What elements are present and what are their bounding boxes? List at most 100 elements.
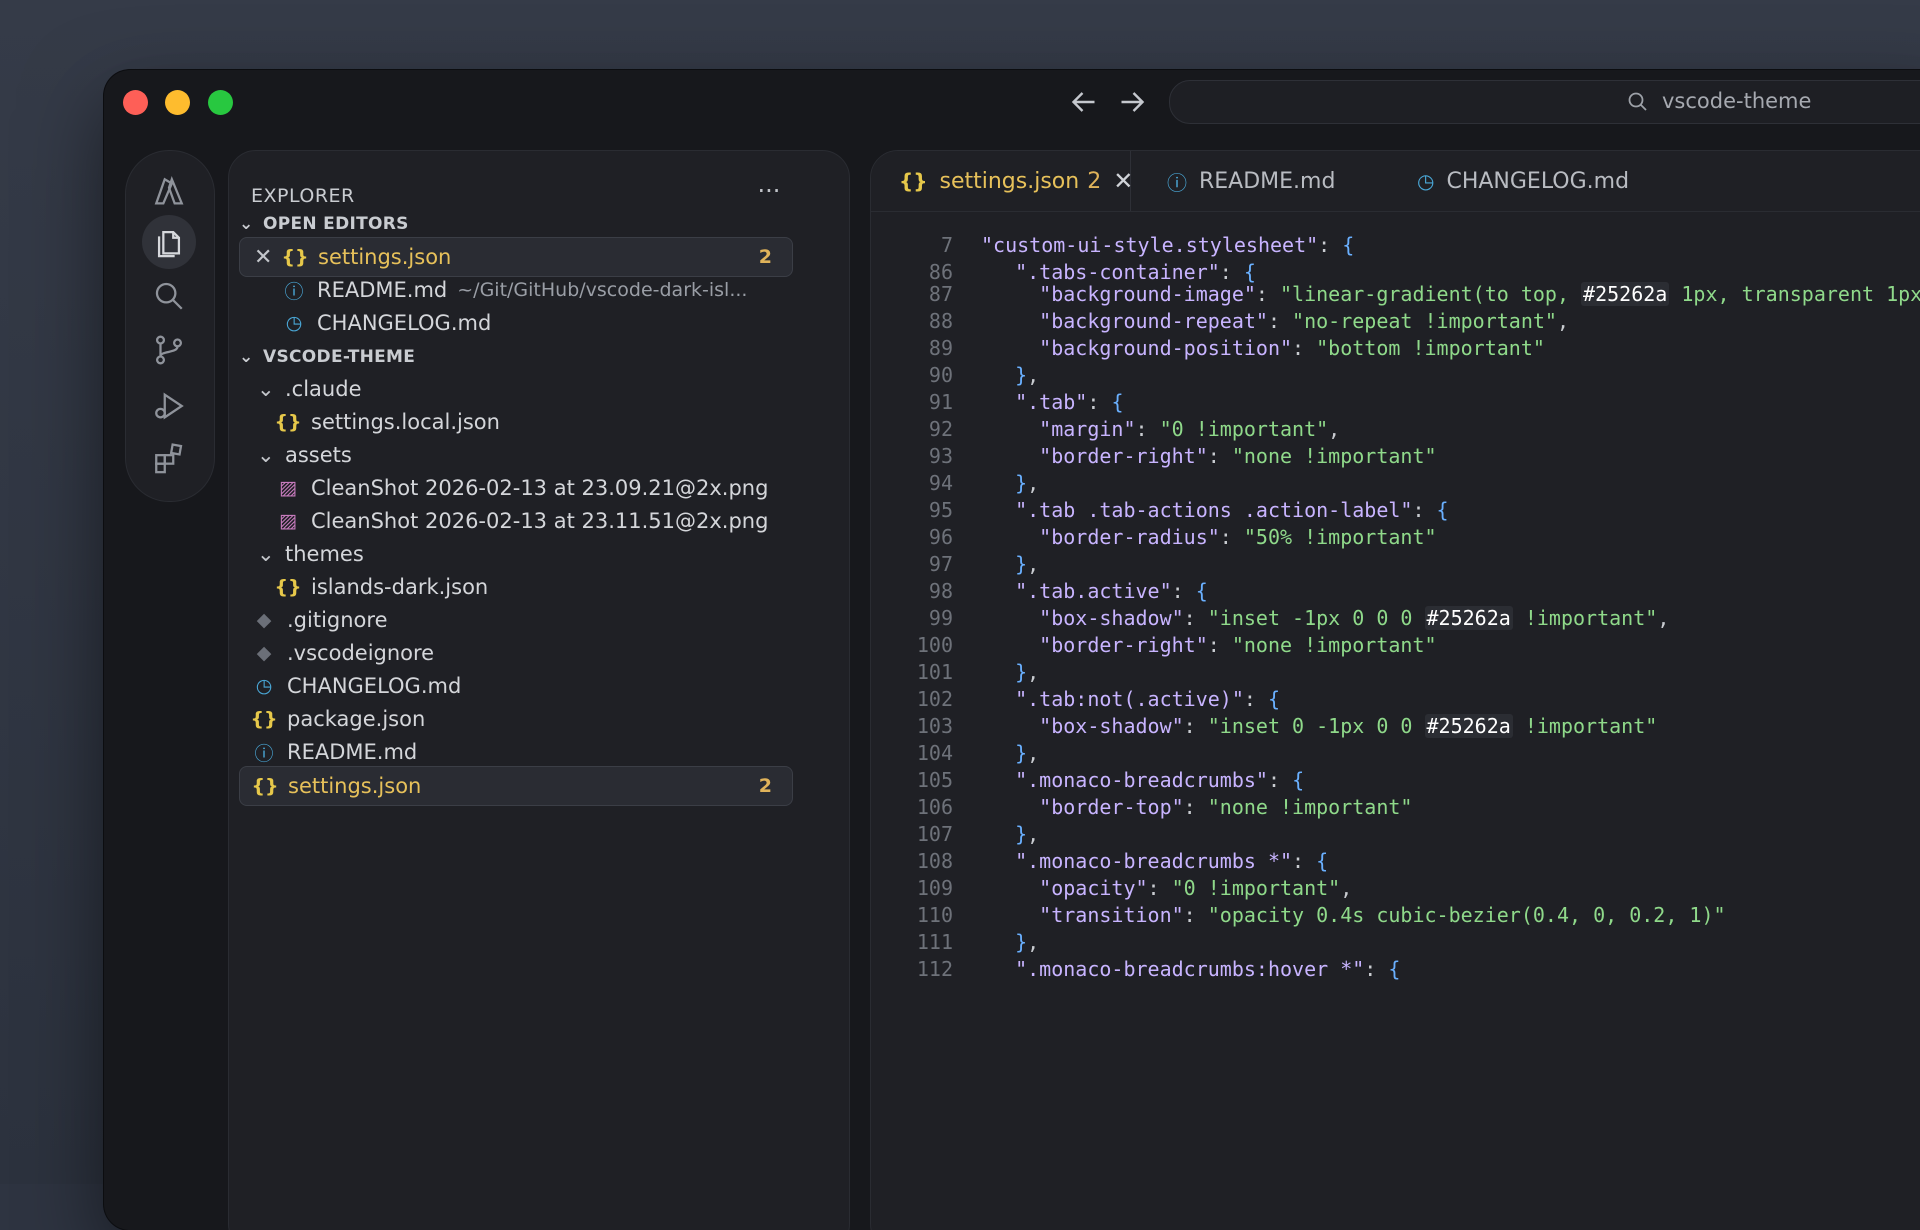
line-number: 106 [916,795,953,819]
code-line[interactable]: }, [991,471,1039,495]
json-file-icon: {} [281,246,309,268]
line-number: 111 [916,930,953,954]
code-line[interactable]: "border-radius": "50% !important" [991,525,1436,549]
code-line[interactable]: "box-shadow": "inset 0 -1px 0 0 #25262a … [991,714,1657,738]
code-line[interactable]: }, [991,363,1039,387]
files-icon[interactable] [142,215,196,269]
code-line[interactable]: ".tab.active": { [991,579,1208,603]
arrow-right-icon[interactable] [1114,84,1150,120]
code-line[interactable]: "border-right": "none !important" [991,444,1436,468]
line-number: 102 [916,687,953,711]
json-file-icon: {} [250,708,278,730]
json-file-icon: {} [251,775,279,797]
run-debug-icon[interactable] [148,385,190,427]
close-icon[interactable]: ✕ [1113,167,1133,195]
line-number: 107 [916,822,953,846]
problem-count-badge: 2 [758,775,772,797]
search-icon[interactable] [148,275,190,317]
zoom-window-button[interactable] [208,90,233,115]
line-number: 91 [928,390,953,414]
changelog-file-icon: ◷ [255,675,273,697]
source-control-icon[interactable] [148,329,190,371]
code-line[interactable]: }, [991,660,1039,684]
chevron-down-icon: ⌄ [257,542,275,566]
line-number: 93 [928,444,953,468]
line-number: 87 [928,282,953,306]
minimize-window-button[interactable] [165,90,190,115]
code-line[interactable]: }, [991,930,1039,954]
problem-count-badge: 2 [758,246,772,268]
git-file-icon: ◆ [256,642,272,664]
line-number: 97 [928,552,953,576]
open-editors-header[interactable]: ⌄ OPEN EDITORS [239,214,409,234]
line-number: 90 [928,363,953,387]
extensions-icon[interactable] [148,437,190,479]
code-line[interactable]: }, [991,552,1039,576]
git-file-icon: ◆ [256,609,272,631]
chevron-down-icon: ⌄ [257,443,275,467]
code-line[interactable]: "border-top": "none !important" [991,795,1412,819]
tab-readme[interactable]: ⓘ README.md [1167,151,1335,211]
code-line[interactable]: ".monaco-breadcrumbs *": { [991,849,1328,873]
chevron-down-icon: ⌄ [239,214,254,234]
line-number: 94 [928,471,953,495]
line-number: 99 [928,606,953,630]
changelog-file-icon: ◷ [1417,169,1435,193]
editor-panel: {} settings.json 2 ✕ ⓘ README.md ◷ CHANG… [870,150,1920,1230]
code-line[interactable]: "opacity": "0 !important", [991,876,1352,900]
line-number: 7 [940,233,953,257]
code-line[interactable]: }, [991,822,1039,846]
code-line[interactable]: ".tab:not(.active)": { [991,687,1280,711]
project-header[interactable]: ⌄ VSCODE-THEME [239,347,415,367]
open-editor-changelog[interactable]: ◷ CHANGELOG.md [239,304,791,342]
code-line[interactable]: "box-shadow": "inset -1px 0 0 0 #25262a … [991,606,1669,630]
line-number: 112 [916,957,953,981]
info-file-icon: ⓘ [284,280,304,303]
file-settings-json[interactable]: {} settings.json 2 [239,766,793,806]
code-area[interactable]: 7 "custom-ui-style.stylesheet": {86 ".tab… [871,233,1920,1230]
code-line[interactable]: ".monaco-breadcrumbs": { [991,768,1304,792]
code-line[interactable]: "background-image": "linear-gradient(to … [991,282,1920,306]
image-file-icon: ▨ [279,510,297,532]
close-icon[interactable]: ✕ [254,245,276,270]
tab-settings-json[interactable]: {} settings.json 2 ✕ [871,151,1133,211]
line-number: 108 [916,849,953,873]
close-window-button[interactable] [123,90,148,115]
search-icon [1626,90,1650,114]
line-number: 98 [928,579,953,603]
code-line[interactable]: ".tab": { [991,390,1123,414]
code-line[interactable]: ".tab .tab-actions .action-label": { [991,498,1449,522]
line-number: 101 [916,660,953,684]
line-number: 96 [928,525,953,549]
command-center-search[interactable]: vscode-theme [1169,80,1920,124]
title-bar: vscode-theme [104,70,1920,134]
code-line[interactable]: "background-position": "bottom !importan… [991,336,1545,360]
azure-icon[interactable] [148,171,190,213]
code-line[interactable]: "transition": "opacity 0.4s cubic-bezier… [991,903,1725,927]
image-file-icon: ▨ [279,477,297,499]
sidebar-title: EXPLORER [251,185,355,207]
code-line[interactable]: "custom-ui-style.stylesheet": { [981,233,1354,257]
line-number: 104 [916,741,953,765]
json-file-icon: {} [274,411,302,433]
code-line[interactable]: "background-repeat": "no-repeat !importa… [991,309,1569,333]
line-number: 110 [916,903,953,927]
arrow-left-icon[interactable] [1066,84,1102,120]
problem-count-badge: 2 [1087,168,1102,194]
code-line[interactable]: "margin": "0 !important", [991,417,1340,441]
code-line[interactable]: ".tabs-container": { [991,260,1256,284]
vscode-window: vscode-theme EXPLORER ··· ⌄OPEN EDITORS [104,70,1920,1230]
editor-tabs: {} settings.json 2 ✕ ⓘ README.md ◷ CHANG… [871,151,1920,212]
info-file-icon: ⓘ [1167,170,1187,195]
tab-changelog[interactable]: ◷ CHANGELOG.md [1417,151,1629,211]
activity-bar [125,150,215,502]
code-line[interactable]: ".monaco-breadcrumbs:hover *": { [991,957,1400,981]
code-line[interactable]: }, [991,741,1039,765]
file-path-hint: ~/Git/GitHub/vscode-dark-isl... [457,279,748,301]
line-number: 88 [928,309,953,333]
json-file-icon: {} [899,169,928,193]
changelog-file-icon: ◷ [285,312,303,334]
more-actions-icon[interactable]: ··· [749,173,789,213]
info-file-icon: ⓘ [254,742,274,765]
code-line[interactable]: "border-right": "none !important" [991,633,1436,657]
